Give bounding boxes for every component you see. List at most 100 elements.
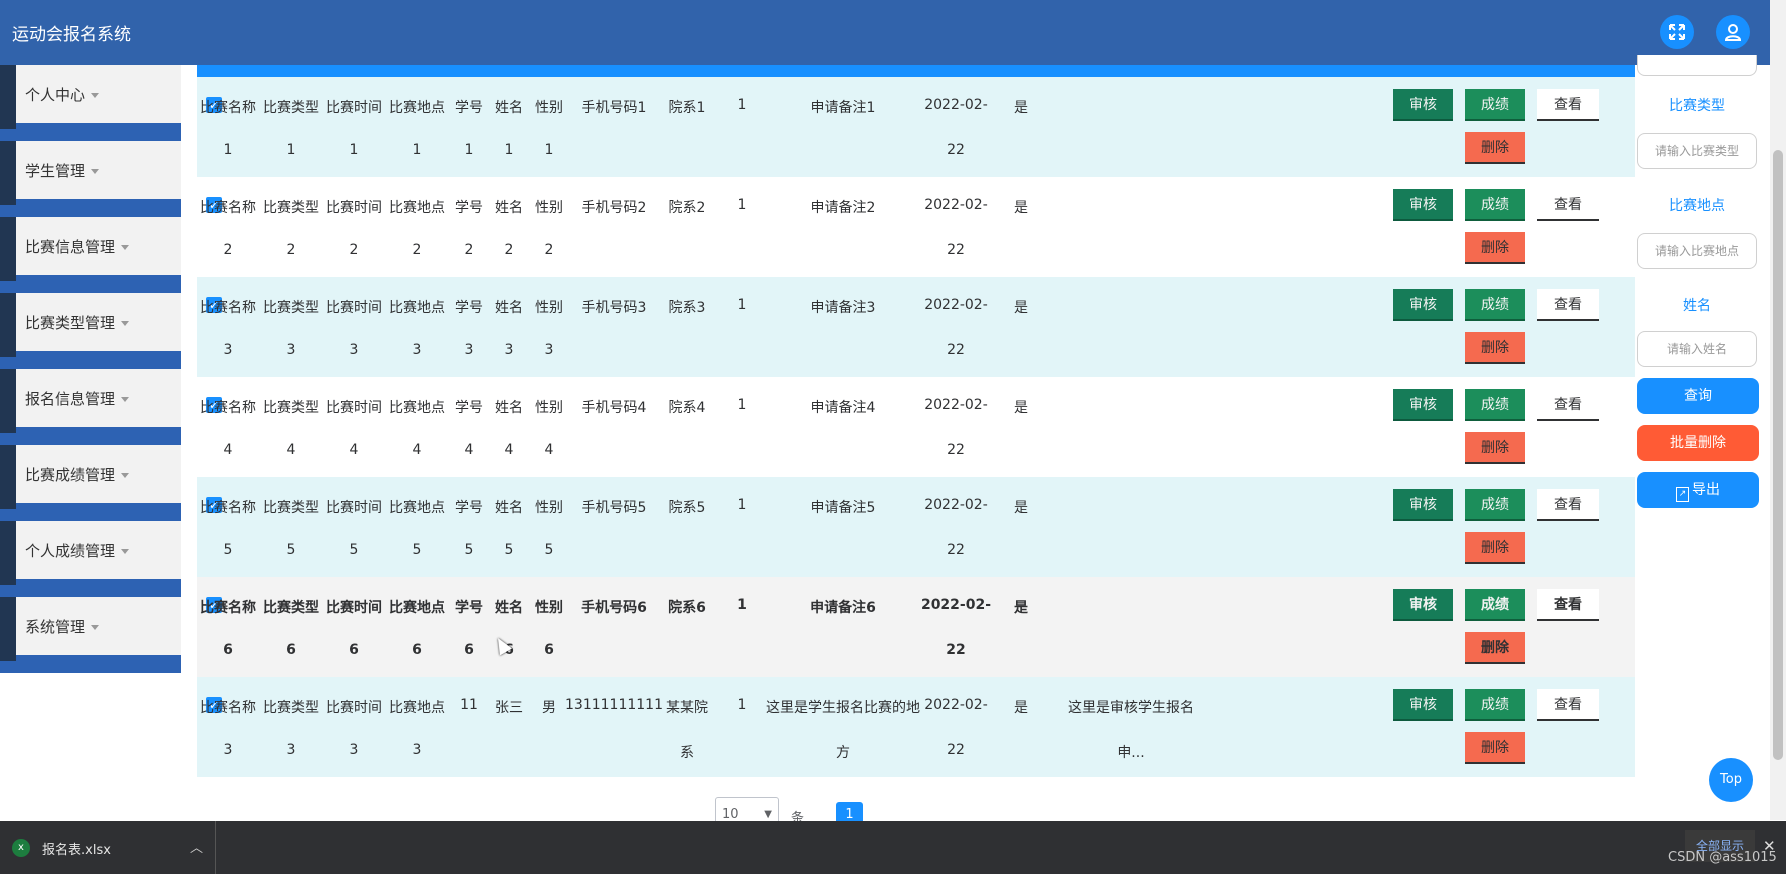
audit-button[interactable]: 审核 xyxy=(1393,189,1453,221)
cell-note: 申请备注1 xyxy=(810,100,876,116)
user-icon xyxy=(1724,24,1742,41)
sidebar-item-registration[interactable]: 报名信息管理 xyxy=(0,369,181,445)
audit-button[interactable]: 审核 xyxy=(1393,289,1453,321)
batch-delete-button[interactable]: 批量删除 xyxy=(1637,425,1759,461)
cell-gender: 5 xyxy=(544,542,554,558)
cell-dept: 系 xyxy=(680,745,694,761)
chevron-up-icon[interactable]: ︿ xyxy=(190,837,203,856)
table-row: ✓ 比赛名称 3 比赛类型 3 比赛时间 3 比赛地点 3 11 张三男 13111111111 某某院… xyxy=(197,677,1635,777)
score-button[interactable]: 成绩 xyxy=(1465,389,1525,421)
fullscreen-button[interactable] xyxy=(1660,15,1694,49)
view-button[interactable]: 查看 xyxy=(1537,89,1599,121)
download-bar: x 报名表.xlsx ︿ 全部显示 ✕ xyxy=(0,821,1786,874)
delete-button[interactable]: 删除 xyxy=(1465,232,1525,264)
cell-yes: 是 xyxy=(1014,400,1028,416)
sidebar-item-match-type[interactable]: 比赛类型管理 xyxy=(0,293,181,369)
score-button[interactable]: 成绩 xyxy=(1465,689,1525,721)
table-row: ✓ 比赛名称 5 比赛类型 5 比赛时间 5 比赛地点 5 学号 5 姓名 5 性别 5 手机号码5 院系5 1 申… xyxy=(197,477,1635,577)
page-scrollbar[interactable] xyxy=(1770,0,1786,820)
delete-button[interactable]: 删除 xyxy=(1465,532,1525,564)
sidebar-item-personal-score[interactable]: 个人成绩管理 xyxy=(0,521,181,597)
search-panel: 比赛类型 请输入比赛类型 比赛地点 请输入比赛地点 姓名 请输入姓名 查询 批量… xyxy=(1635,55,1770,525)
cell-note: 申请备注2 xyxy=(810,200,876,216)
audit-button[interactable]: 审核 xyxy=(1393,389,1453,421)
cell-yes: 是 xyxy=(1014,700,1028,716)
cell-note: 申请备注3 xyxy=(810,300,876,316)
view-button[interactable]: 查看 xyxy=(1537,289,1599,321)
top-header: 运动会报名系统 xyxy=(0,0,1770,65)
scrolled-input-edge xyxy=(1637,55,1757,76)
score-button[interactable]: 成绩 xyxy=(1465,89,1525,121)
sidebar-item-label: 比赛成绩管理 xyxy=(25,466,116,484)
sidebar-item-personal-center[interactable]: 个人中心 xyxy=(0,65,181,141)
export-button[interactable]: ↗ 导出 xyxy=(1637,472,1759,508)
back-to-top-button[interactable]: Top xyxy=(1709,758,1753,802)
caret-down-icon xyxy=(121,549,130,554)
audit-button[interactable]: 审核 xyxy=(1393,89,1453,121)
view-button[interactable]: 查看 xyxy=(1537,489,1599,521)
score-button[interactable]: 成绩 xyxy=(1465,589,1525,621)
cell-reply: 申... xyxy=(1117,745,1145,761)
delete-button[interactable]: 删除 xyxy=(1465,432,1525,464)
cell-note: 这里是学生报名比赛的地 xyxy=(766,700,920,716)
cell-date: 22 xyxy=(947,342,965,358)
export-label: 导出 xyxy=(1692,482,1720,498)
match-type-input[interactable]: 请输入比赛类型 xyxy=(1637,133,1757,169)
sidebar-item-label: 报名信息管理 xyxy=(25,390,116,408)
view-button[interactable]: 查看 xyxy=(1537,689,1599,721)
sidebar: 个人中心 学生管理 比赛信息管理 比赛类型管理 报名信息管理 比赛成绩管理 个人… xyxy=(0,65,181,675)
audit-button[interactable]: 审核 xyxy=(1393,489,1453,521)
student-name-input[interactable]: 请输入姓名 xyxy=(1637,331,1757,367)
score-button[interactable]: 成绩 xyxy=(1465,289,1525,321)
excel-file-icon: x xyxy=(12,839,30,857)
sidebar-item-label: 比赛类型管理 xyxy=(25,314,116,332)
delete-button[interactable]: 删除 xyxy=(1465,732,1525,764)
table-row: ✓ 比赛名称 1 比赛类型 1 比赛时间 1 比赛地点 1 学号 1 姓名 1 性别 1 手机号码1 院系1 1 申… xyxy=(197,77,1635,177)
cell-date: 22 xyxy=(947,242,965,258)
table-top-strip xyxy=(197,65,1635,77)
cell-note: 申请备注5 xyxy=(810,500,876,516)
audit-button[interactable]: 审核 xyxy=(1393,689,1453,721)
fullscreen-icon xyxy=(1669,24,1685,40)
cell-date: 22 xyxy=(947,142,965,158)
sidebar-item-label: 系统管理 xyxy=(25,618,86,636)
sidebar-item-label: 学生管理 xyxy=(25,162,86,180)
page-size-value: 10 xyxy=(722,807,739,822)
user-button[interactable] xyxy=(1716,15,1750,49)
delete-button[interactable]: 删除 xyxy=(1465,132,1525,164)
caret-down-icon xyxy=(91,625,100,630)
view-button[interactable]: 查看 xyxy=(1537,389,1599,421)
cell-gender: 2 xyxy=(544,242,554,258)
delete-button[interactable]: 删除 xyxy=(1465,632,1525,664)
student-name-label: 姓名 xyxy=(1683,298,1711,314)
sidebar-item-student-management[interactable]: 学生管理 xyxy=(0,141,181,217)
cell-yes: 是 xyxy=(1014,200,1028,216)
cell-yes: 是 xyxy=(1014,500,1028,516)
cell-gender: 6 xyxy=(544,642,554,658)
cell-place: 3 xyxy=(412,742,422,758)
audit-button[interactable]: 审核 xyxy=(1393,589,1453,621)
caret-down-icon xyxy=(121,397,130,402)
score-button[interactable]: 成绩 xyxy=(1465,189,1525,221)
sidebar-item-system[interactable]: 系统管理 xyxy=(0,597,181,673)
cell-yes: 是 xyxy=(1014,100,1028,116)
cell-yes: 是 xyxy=(1014,600,1028,616)
caret-down-icon xyxy=(121,473,130,478)
cell-date: 22 xyxy=(947,442,965,458)
registration-table: ✓ 比赛名称 1 比赛类型 1 比赛时间 1 比赛地点 1 学号 1 姓名 1 性别 1 手机号码1 院系1 1 申… xyxy=(197,77,1635,777)
scrollbar-thumb[interactable] xyxy=(1773,150,1783,760)
app-title: 运动会报名系统 xyxy=(12,25,131,45)
sidebar-item-match-score[interactable]: 比赛成绩管理 xyxy=(0,445,181,521)
delete-button[interactable]: 删除 xyxy=(1465,332,1525,364)
download-item[interactable]: x 报名表.xlsx ︿ xyxy=(0,821,216,874)
sidebar-item-match-info[interactable]: 比赛信息管理 xyxy=(0,217,181,293)
score-button[interactable]: 成绩 xyxy=(1465,489,1525,521)
match-place-input[interactable]: 请输入比赛地点 xyxy=(1637,233,1757,269)
query-button[interactable]: 查询 xyxy=(1637,378,1759,414)
view-button[interactable]: 查看 xyxy=(1537,589,1599,621)
cell-gender: 1 xyxy=(544,142,554,158)
watermark: CSDN @ass1015 xyxy=(1668,850,1777,865)
sidebar-item-label: 比赛信息管理 xyxy=(25,238,116,256)
view-button[interactable]: 查看 xyxy=(1537,189,1599,221)
match-type-label: 比赛类型 xyxy=(1669,98,1725,114)
